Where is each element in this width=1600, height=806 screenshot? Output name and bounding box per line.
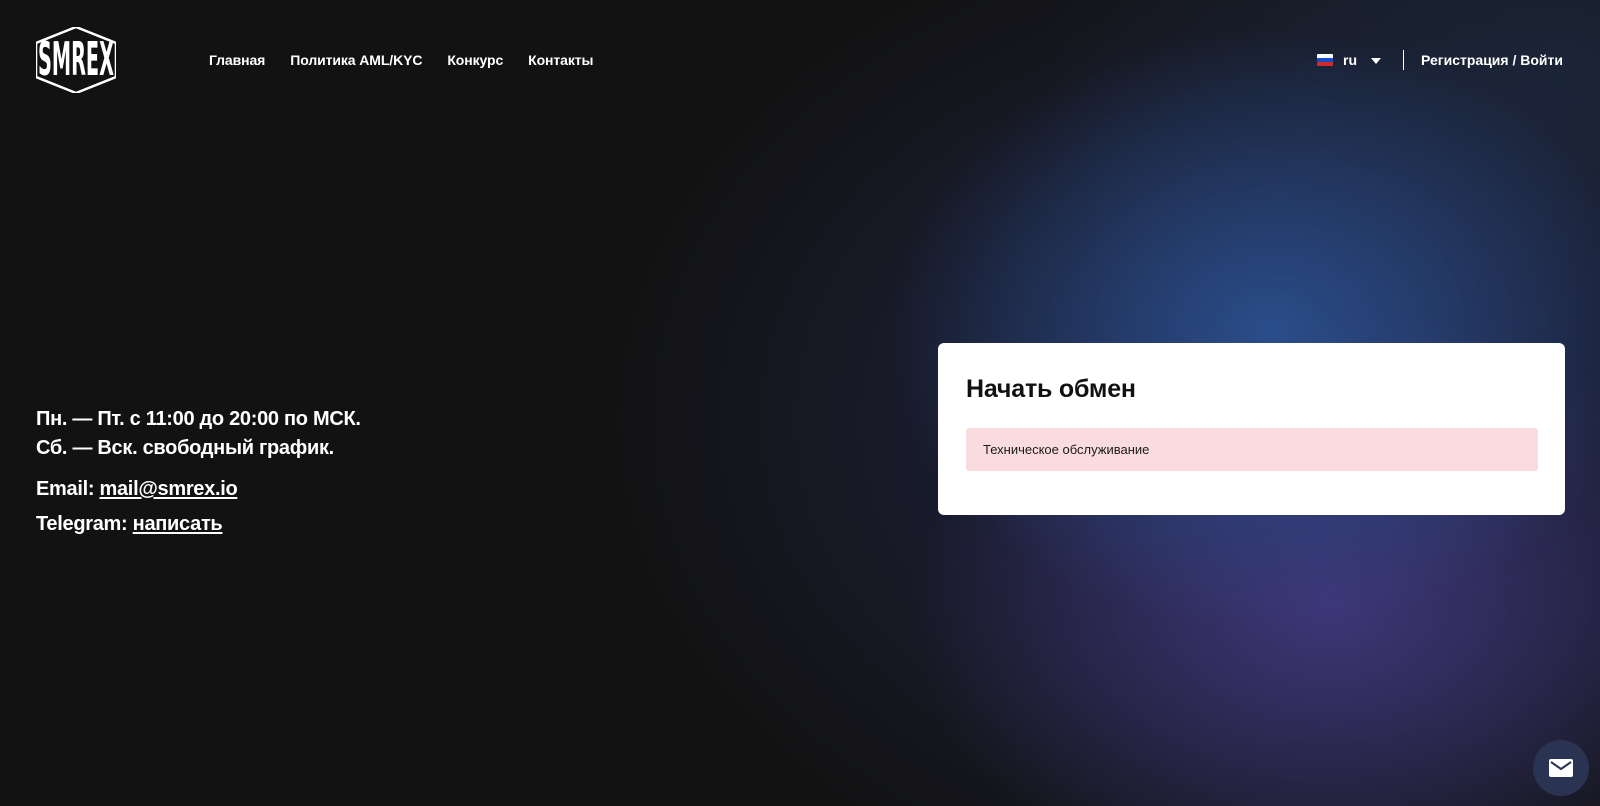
email-line: Email: mail@smrex.io (36, 475, 361, 503)
email-label: Email: (36, 478, 95, 500)
language-label: ru (1343, 52, 1357, 68)
email-link[interactable]: mail@smrex.io (100, 478, 238, 500)
mail-button[interactable] (1533, 740, 1589, 796)
maintenance-alert: Техническое обслуживание (966, 428, 1538, 471)
nav-link-contacts[interactable]: Контакты (528, 50, 593, 70)
header-divider (1403, 50, 1404, 70)
schedule-weekdays: Пн. — Пт. с 11:00 до 20:00 по МСК. (36, 408, 361, 430)
nav-link-aml-kyc[interactable]: Политика AML/KYC (290, 50, 422, 70)
main-nav: Главная Политика AML/KYC Конкурс Контакт… (209, 50, 593, 70)
nav-link-contest[interactable]: Конкурс (447, 50, 503, 70)
schedule-weekend: Сб. — Вск. свободный график. (36, 437, 334, 459)
svg-text:SMREX: SMREX (38, 33, 114, 86)
language-selector[interactable]: ru (1317, 51, 1381, 69)
exchange-card: Начать обмен Техническое обслуживание (938, 343, 1565, 515)
exchange-title: Начать обмен (966, 375, 1136, 403)
nav-link-home[interactable]: Главная (209, 50, 265, 70)
russia-flag-icon (1317, 54, 1333, 66)
contact-info: Пн. — Пт. с 11:00 до 20:00 по МСК. Сб. —… (36, 405, 361, 538)
telegram-link[interactable]: написать (133, 513, 223, 535)
register-login-link[interactable]: Регистрация / Войти (1421, 50, 1563, 70)
chevron-down-icon (1371, 58, 1381, 64)
telegram-line: Telegram: написать (36, 510, 361, 538)
smrex-logo-icon[interactable]: SMREX (36, 27, 116, 93)
telegram-label: Telegram: (36, 513, 128, 535)
envelope-icon (1549, 759, 1573, 777)
header: SMREX Главная Политика AML/KYC Конкурс К… (0, 0, 1600, 120)
